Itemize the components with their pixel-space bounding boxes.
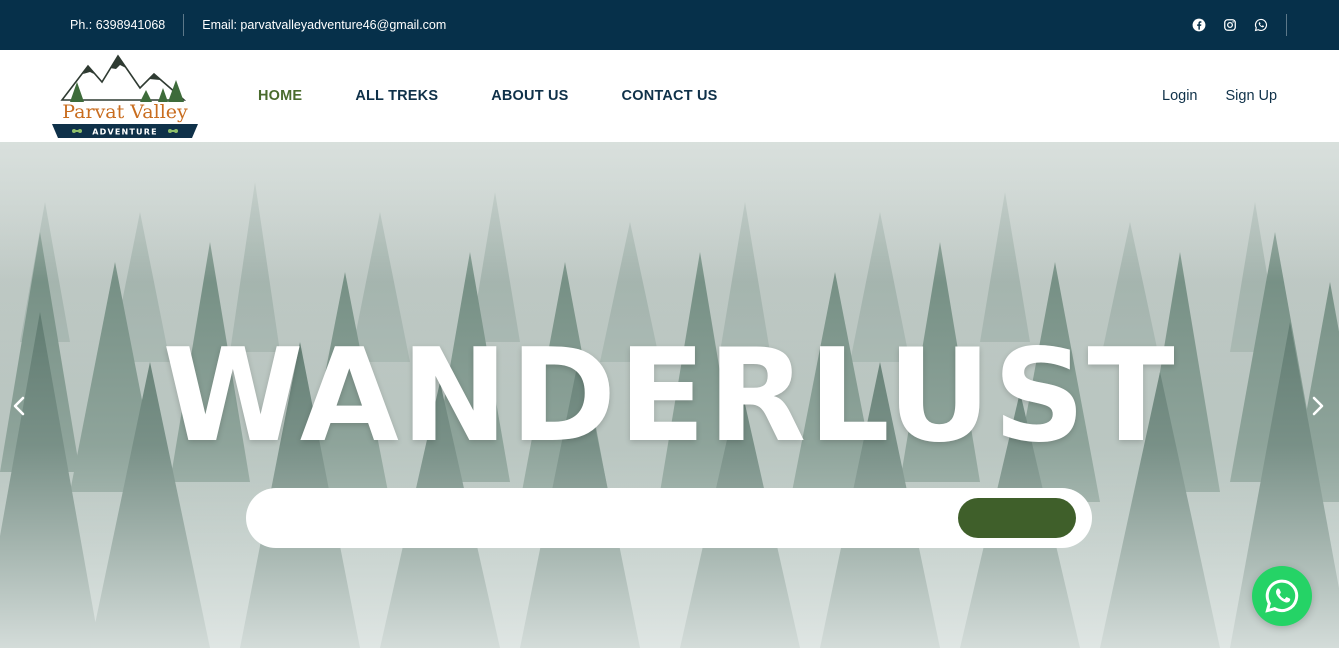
whatsapp-icon[interactable] xyxy=(1252,17,1269,34)
facebook-icon[interactable] xyxy=(1190,17,1207,34)
login-link[interactable]: Login xyxy=(1162,88,1197,104)
divider xyxy=(1286,14,1287,36)
auth-links: Login Sign Up xyxy=(1162,50,1277,142)
contact-info: Ph.: 6398941068 Email: parvatvalleyadven… xyxy=(70,0,446,50)
slider-next-button[interactable] xyxy=(1305,394,1329,418)
site-logo[interactable]: Parvat Valley ADVENTURE xyxy=(50,52,200,140)
hero-slider: WANDERLUST xyxy=(0,142,1339,648)
main-menu: HOME ALL TREKS ABOUT US CONTACT US xyxy=(258,50,771,142)
whatsapp-chat-button[interactable] xyxy=(1252,566,1312,626)
top-contact-bar: Ph.: 6398941068 Email: parvatvalleyadven… xyxy=(0,0,1339,50)
social-links xyxy=(1190,0,1269,50)
instagram-icon[interactable] xyxy=(1221,17,1238,34)
search-button[interactable] xyxy=(958,498,1076,538)
nav-all-treks[interactable]: ALL TREKS xyxy=(355,88,438,104)
nav-about-us[interactable]: ABOUT US xyxy=(491,88,568,104)
nav-home[interactable]: HOME xyxy=(258,88,302,104)
signup-link[interactable]: Sign Up xyxy=(1225,88,1277,104)
phone-number[interactable]: Ph.: 6398941068 xyxy=(70,18,183,32)
hero-title: WANDERLUST xyxy=(162,322,1177,471)
slider-prev-button[interactable] xyxy=(8,394,32,418)
divider xyxy=(183,14,185,36)
email-address[interactable]: Email: parvatvalleyadventure46@gmail.com xyxy=(202,18,446,32)
nav-contact-us[interactable]: CONTACT US xyxy=(622,88,718,104)
chevron-left-icon xyxy=(13,396,25,416)
whatsapp-icon xyxy=(1265,579,1299,613)
svg-text:Parvat Valley: Parvat Valley xyxy=(62,101,188,123)
chevron-right-icon xyxy=(1312,396,1324,416)
svg-text:ADVENTURE: ADVENTURE xyxy=(92,128,158,137)
